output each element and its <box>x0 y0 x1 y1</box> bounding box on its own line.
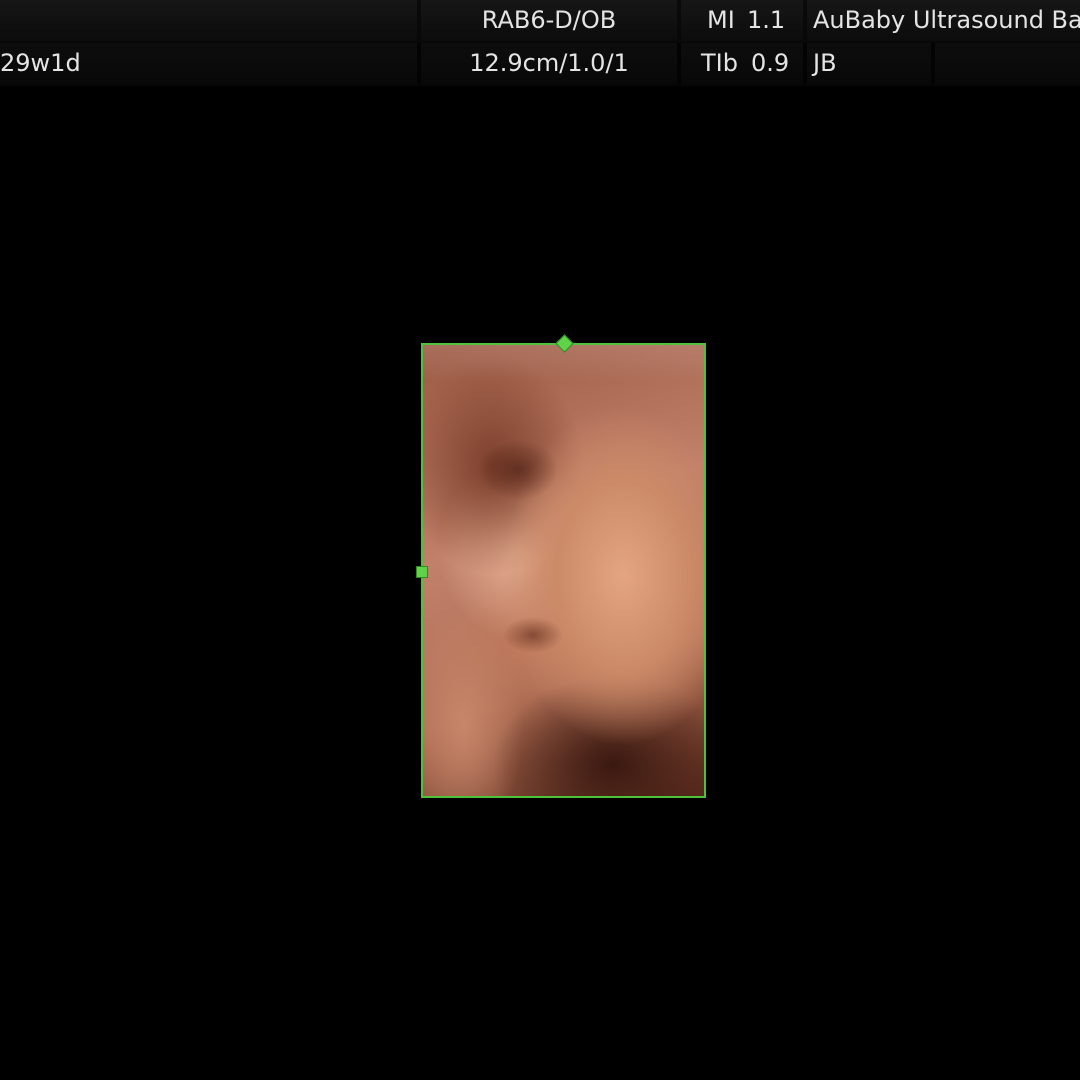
ga-cell: 29w1d <box>0 43 417 84</box>
tib-cell: TIb 0.9 <box>681 43 803 84</box>
gestational-age: 29w1d <box>0 49 81 77</box>
facility-name: AuBaby Ultrasound Ba <box>813 6 1080 34</box>
empty-cell <box>935 43 1080 84</box>
operator-cell: JB <box>807 43 931 84</box>
ultrasound-screen: RAB6-D/OB MI 1.1 AuBaby Ultrasound Ba 29… <box>0 0 1080 1080</box>
depth-freq-cell: 12.9cm/1.0/1 <box>421 43 677 84</box>
tib-value: 0.9 <box>751 49 790 77</box>
info-row-1: RAB6-D/OB MI 1.1 AuBaby Ultrasound Ba <box>0 0 1080 41</box>
patient-cell <box>0 0 417 41</box>
info-row-2: 29w1d 12.9cm/1.0/1 TIb 0.9 JB <box>0 43 1080 84</box>
facility-cell: AuBaby Ultrasound Ba <box>807 0 1080 41</box>
mi-cell: MI 1.1 <box>681 0 803 41</box>
depth-freq: 12.9cm/1.0/1 <box>469 49 629 77</box>
operator-initials: JB <box>813 49 837 77</box>
mi-value: 1.1 <box>747 6 786 34</box>
tib-label: TIb <box>701 49 738 77</box>
probe-preset: RAB6-D/OB <box>481 6 617 34</box>
square-handle-icon[interactable] <box>416 566 428 578</box>
fetal-face-render <box>423 345 704 796</box>
info-header: RAB6-D/OB MI 1.1 AuBaby Ultrasound Ba 29… <box>0 0 1080 86</box>
probe-preset-cell: RAB6-D/OB <box>421 0 677 41</box>
mi-label: MI <box>707 6 735 34</box>
3d-render-roi-box[interactable] <box>421 343 706 798</box>
